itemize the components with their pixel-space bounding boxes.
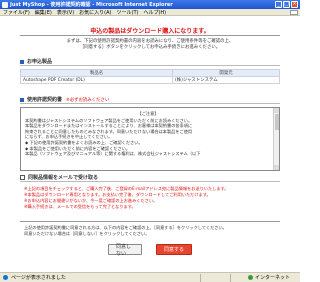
terms-section: 使用許諾契約書 ※必ずお読みください 【ご注意】 本契約書はジャストシステムのソ… [20, 96, 280, 171]
menu-view[interactable]: 表示(V) [57, 9, 74, 16]
menu-edit[interactable]: 編集(E) [35, 9, 52, 16]
agree-button[interactable]: 同意する [156, 244, 192, 255]
terms-textbox[interactable]: 【ご注意】 本契約書はジャストシステムのソフトウェア製品をご使用いただく前にお読… [20, 107, 280, 171]
menu-help[interactable]: ヘルプ(H) [143, 9, 166, 16]
terms-text-title: 【ご注意】 [137, 111, 159, 116]
menu-bar: ファイル(F) 編集(E) 表示(V) お気に入り(A) ツール(T) ヘルプ(… [0, 9, 300, 16]
menu-favorites[interactable]: お気に入り(A) [79, 9, 111, 16]
product-section: お申込製品 製品名 開発元 Autoshape PDF Creator (DL)… [19, 58, 280, 84]
zone-label: インターネット [254, 275, 290, 281]
email-opt-in-checkbox[interactable] [20, 175, 25, 180]
consent-instructions: 上記の使用許諾契約書に同意される方は、以下の内容をご確認の上、［同意する］をクリ… [24, 225, 280, 237]
minimize-button[interactable]: _ [275, 1, 282, 8]
column-header-product: 製品名 [19, 69, 174, 77]
section-bullet-icon [20, 59, 24, 64]
status-text: ページが表示されました [11, 275, 66, 281]
page-loaded-icon [3, 275, 8, 280]
status-divider [230, 274, 231, 282]
email-option[interactable]: 同製品情報をメールで受け取る [20, 174, 280, 182]
terms-scrollbar[interactable] [273, 108, 279, 170]
product-name-cell: Autoshape PDF Creator (DL) [19, 76, 174, 84]
product-section-header: お申込製品 [20, 58, 280, 66]
consent-buttons: 同意しない 同意する [0, 244, 300, 257]
section-bullet-icon [20, 97, 24, 102]
security-zone: インターネット [247, 274, 290, 281]
email-option-label: 同製品情報をメールで受け取る [28, 175, 99, 181]
column-header-developer: 開発元 [172, 69, 280, 77]
email-option-section: 同製品情報をメールで受け取る [20, 174, 280, 182]
intro-line-2: ［同意する］ボタンをクリックしてお申込み手続きにお進みください。 [79, 45, 221, 50]
table-row: Autoshape PDF Creator (DL) (株)ジャストシステム [19, 76, 280, 84]
developer-cell: (株)ジャストシステム [172, 76, 280, 84]
consent-line-2: 同意いただけない場合は［同意しない］をクリックしてください。 [24, 231, 150, 236]
terms-warning: ※必ずお読みください [66, 97, 110, 103]
terms-line: 本製品（ソフトウェア及びマニュアル等）に関する権利は、株式会社ジャストシステム（… [25, 151, 201, 157]
window-title: Just MyShop - 使用許諾契約確認 - Microsoft Inter… [10, 2, 173, 8]
ie-icon [2, 1, 8, 8]
notes-list: ※上記の項目をチェックすると、ご購入完了後、ご登録のE-mailアドレス宛に製品… [24, 186, 280, 210]
maximize-button[interactable]: □ [283, 1, 290, 8]
terms-text: 【ご注意】 本契約書はジャストシステムのソフトウェア製品をご使用いただく前にお読… [25, 111, 271, 157]
scroll-down-icon[interactable] [274, 165, 279, 170]
page-content: 申込の製品はダウンロード購入になります。 まずは、下記の使用許諾契約書の内容をお… [0, 16, 300, 272]
product-section-title: お申込製品 [27, 59, 53, 65]
status-bar: ページが表示されました インターネット [0, 272, 300, 282]
table-header-row: 製品名 開発元 [19, 69, 280, 77]
menu-file[interactable]: ファイル(F) [3, 9, 30, 16]
scroll-up-icon[interactable] [274, 108, 279, 113]
product-table: 製品名 開発元 Autoshape PDF Creator (DL) (株)ジャ… [19, 69, 280, 84]
windows-logo-icon [290, 10, 298, 15]
intro-text: まずは、下記の使用許諾契約書の内容をお読みになり、ご使用条件等をご確認の上、 ［… [30, 39, 270, 51]
menu-tools[interactable]: ツール(T) [117, 9, 139, 16]
note-item: ※購入手続きは、メールでの受信をもって完了となります。 [24, 204, 136, 209]
globe-icon [247, 275, 253, 280]
terms-section-header: 使用許諾契約書 ※必ずお読みください [20, 96, 280, 104]
close-button[interactable]: × [291, 1, 298, 8]
divider [20, 221, 280, 222]
terms-section-title: 使用許諾契約書 [27, 97, 63, 103]
purchase-notice: 申込の製品はダウンロード購入になります。 [90, 28, 210, 35]
divider [20, 35, 280, 36]
status-divider [200, 274, 201, 282]
scrollbar-thumb[interactable] [275, 114, 279, 130]
disagree-button[interactable]: 同意しない [108, 244, 142, 257]
